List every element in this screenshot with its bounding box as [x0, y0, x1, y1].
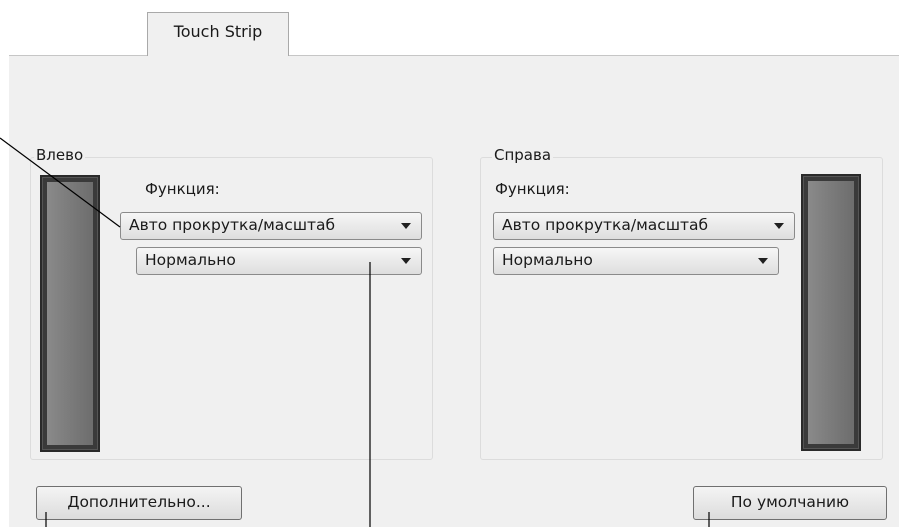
touch-strip-settings-window: Touch Strip Влево Функция: Авто прокрутк… — [0, 0, 899, 527]
tab-label: Touch Strip — [173, 22, 263, 41]
callout-lines — [0, 137, 710, 527]
callout-line-left-function — [0, 137, 121, 228]
tab-touch-strip[interactable]: Touch Strip — [147, 12, 289, 56]
